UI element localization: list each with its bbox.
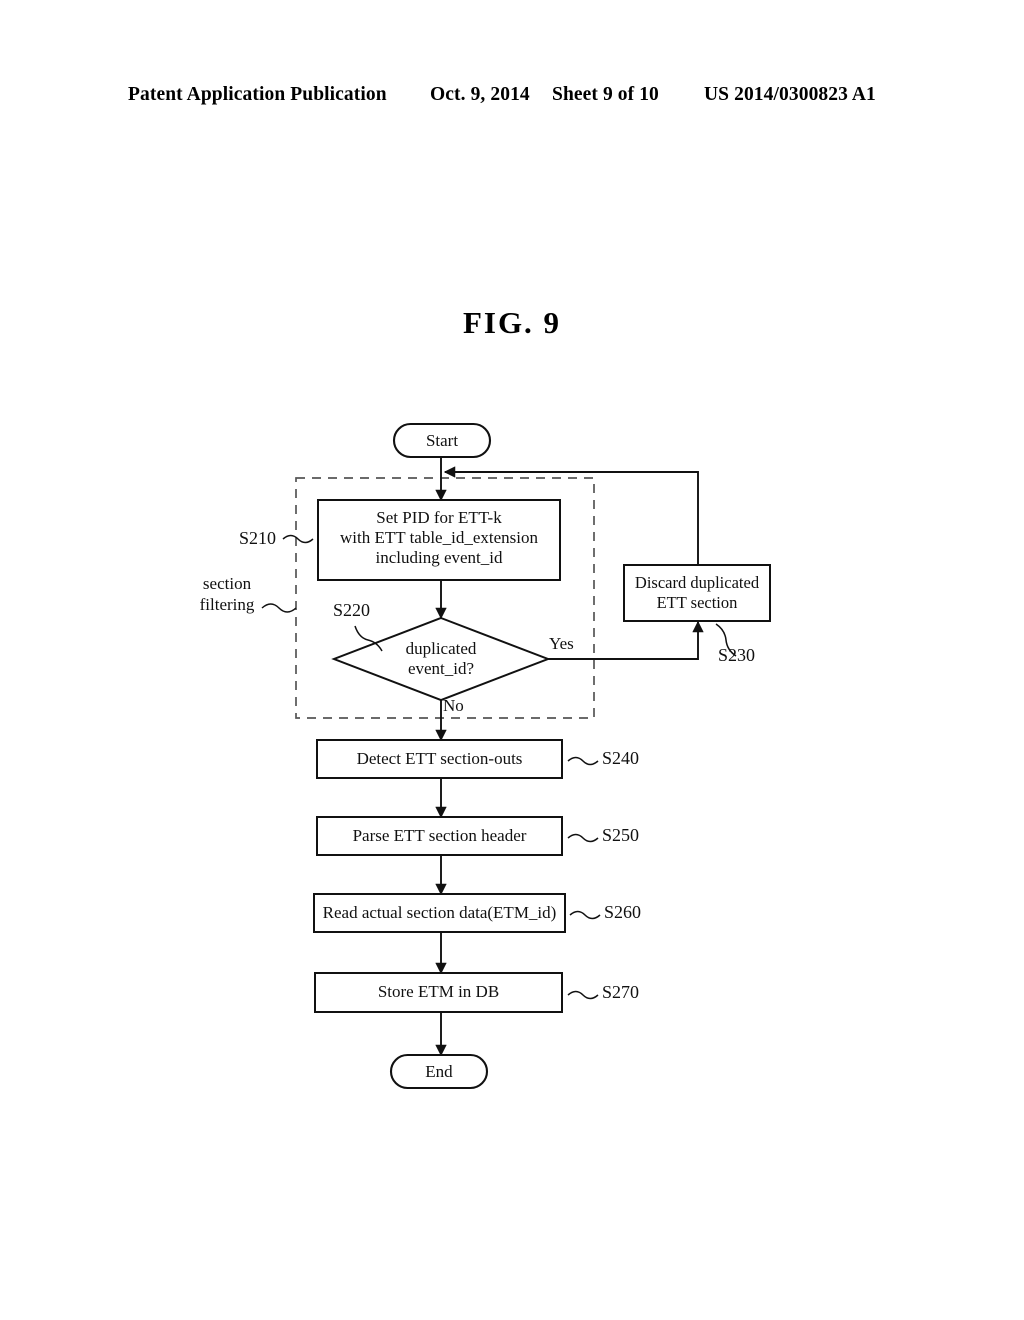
branch-label-no: No: [443, 696, 464, 715]
end-node-shape: [389, 1053, 489, 1090]
leader-s260: [569, 910, 601, 920]
start-node-shape: [392, 422, 492, 459]
section-filtering-line-2: filtering: [199, 595, 255, 614]
section-filtering-line-1: section: [202, 574, 252, 593]
detect-node-shape: [316, 739, 563, 779]
step-ref-s210: S210: [239, 528, 277, 548]
step-ref-s260: S260: [604, 902, 642, 922]
decision-node-shape: [331, 616, 551, 702]
step-ref-s230: S230: [718, 645, 756, 665]
leader-s270: [567, 990, 599, 1000]
step-ref-s250: S250: [602, 825, 640, 845]
flowchart-diagram: Start Set PID for ETT-k with ETT table_i…: [0, 0, 1024, 1320]
parse-node-shape: [316, 816, 563, 856]
flowchart-canvas: [261, 422, 771, 1090]
section-filtering-label: section filtering: [182, 573, 272, 615]
discard-node-shape: [623, 564, 771, 622]
leader-s240: [567, 756, 599, 766]
store-node-shape: [314, 972, 563, 1013]
leader-s250: [567, 833, 599, 843]
read-node-shape: [313, 893, 566, 933]
step-ref-s220: S220: [333, 600, 371, 620]
branch-label-yes: Yes: [549, 634, 574, 653]
leader-s210: [282, 534, 314, 544]
setpid-node-shape: [317, 499, 561, 581]
step-ref-s270: S270: [602, 982, 640, 1002]
step-ref-s240: S240: [602, 748, 640, 768]
